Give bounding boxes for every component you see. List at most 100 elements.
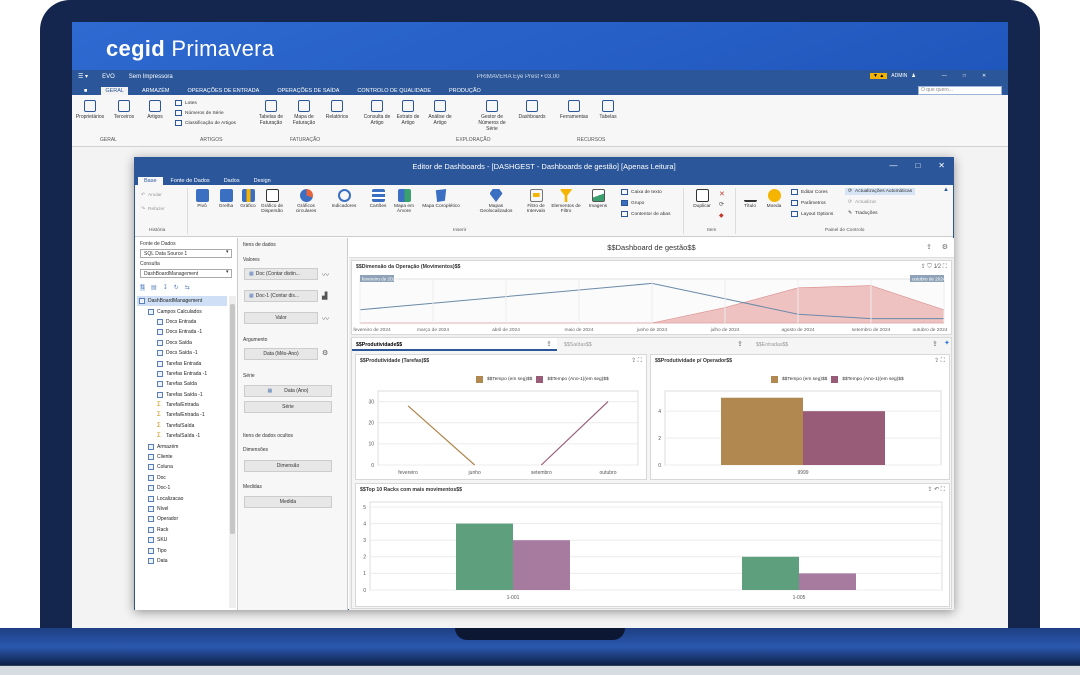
tree-item[interactable]: DashBoardManagement (137, 296, 227, 307)
relatorios-button[interactable]: Relatórios (323, 100, 351, 120)
tab-produtividade[interactable]: $$Produtividade$$ (352, 338, 557, 351)
mapa-arvore-button[interactable]: Mapa em Árvore (389, 189, 419, 215)
parametros-button[interactable]: Parâmetros (791, 200, 826, 206)
undo-button[interactable]: ↶ Anular (141, 193, 162, 198)
caixa-texto-button[interactable]: Caixa de texto (621, 189, 662, 195)
tree-item[interactable]: Tarefas Saída -1 (137, 390, 227, 400)
export-icon[interactable]: ⇪ (932, 340, 938, 348)
user-icon[interactable]: ♟ (911, 73, 915, 79)
close-icon[interactable]: ✕ (938, 161, 945, 170)
imagens-button[interactable]: Imagens (583, 189, 613, 209)
tree-item[interactable]: Tarefas Entrada -1 (137, 369, 227, 379)
line-chart[interactable]: 0 10 20 30 fevereiro junho setembro outubro (356, 387, 646, 479)
close-icon[interactable]: ✕ (982, 73, 986, 79)
tree-scrollbar[interactable] (229, 296, 236, 608)
bar-chart-operador[interactable]: 0 2 4 9999 (651, 387, 949, 479)
tree-item[interactable]: Campos Calculados (137, 306, 227, 316)
tree-item[interactable]: Σ Tarefa/Saída -1 (137, 431, 227, 441)
gestor-numeros-serie-button[interactable]: Gestor de Números de Série (472, 100, 512, 132)
tree-item[interactable]: Σ Tarefa/Entrada -1 (137, 410, 227, 420)
file-menu-icon[interactable]: ■ (80, 87, 91, 95)
maximize-icon[interactable]: □ (963, 73, 966, 79)
tree-item[interactable]: Σ Tarefa/Saída (137, 421, 227, 431)
export-icon[interactable]: ⇪ (737, 340, 743, 348)
range-filter-chart[interactable]: fevereiro de 2024 março de 2024 abril de 2… (352, 273, 953, 335)
argument-slot[interactable]: Data (Mês-Ano) (244, 348, 318, 360)
query-select[interactable]: DashBoardManagement (140, 269, 232, 278)
tree-item[interactable]: Cliente (137, 452, 227, 462)
tab-operacoes-saida[interactable]: OPERAÇÕES DE SAÍDA (273, 87, 343, 95)
tree-item[interactable]: Tarefas Entrada (137, 358, 227, 368)
tab-entradas[interactable]: $$Entradas$$ (752, 338, 942, 351)
tree-item[interactable]: Σ Tarefa/Entrada (137, 400, 227, 410)
tab-saidas[interactable]: $$Saídas$$ (560, 338, 750, 351)
line-chart-icon[interactable]: 〰 (322, 314, 329, 324)
duplicar-button[interactable]: Duplicar (687, 189, 717, 209)
tabelas-button[interactable]: Tabelas (594, 100, 622, 120)
classificacao-artigos-button[interactable]: Classificação de Artigos (175, 120, 236, 126)
delete-icon[interactable]: ✕ (719, 190, 725, 198)
tree-item[interactable]: Data (137, 556, 227, 566)
chevron-down-icon[interactable]: ▾ (226, 269, 229, 275)
chart-tools-icon[interactable]: ⇪ ↶ ⛶ (927, 486, 945, 494)
grupo-button[interactable]: Grupo (621, 200, 644, 206)
printer-selector[interactable]: Sem Impressora (129, 74, 173, 80)
mapas-geolocalizados-button[interactable]: Mapas Geolocalizados (475, 189, 517, 215)
graficos-circulares-button[interactable]: Gráficos circulares (291, 189, 321, 215)
moeda-button[interactable]: Moeda (763, 189, 785, 209)
user-name[interactable]: ADMIN (891, 73, 907, 79)
add-tab-icon[interactable]: ✦ (944, 339, 950, 347)
chevron-down-icon[interactable]: ▾ (226, 249, 229, 255)
user-menu[interactable]: EVO (102, 74, 115, 80)
value-slot-doc[interactable]: ▦ Doc (Contar distin... (244, 268, 318, 280)
line-chart-icon[interactable]: 〰 (322, 270, 329, 280)
tree-item[interactable]: Docs Saída -1 (137, 348, 227, 358)
convert-icon[interactable]: ⟳ (719, 201, 724, 208)
expand-icon[interactable]: ⇆ (185, 284, 190, 291)
tab-fonte-dados[interactable]: Fonte de Dados (165, 177, 216, 185)
filtro-intervalo-button[interactable]: Filtro de Intervalo (521, 189, 551, 215)
traducoes-button[interactable]: ✎ Traduções (848, 211, 878, 216)
terceiros-button[interactable]: Terceiros (110, 100, 138, 120)
analise-artigo-button[interactable]: Análise de Artigo (426, 100, 454, 126)
tree-item[interactable]: Docs Entrada -1 (137, 327, 227, 337)
actualizar-button[interactable]: ⟳ Actualizar (848, 200, 876, 205)
chart-tools-icon[interactable]: ⇪ ⛶ (934, 357, 945, 365)
chart-tools-icon[interactable]: ⇪ ⛶ (631, 357, 642, 365)
tab-dados[interactable]: Dados (218, 177, 246, 185)
consulta-artigo-button[interactable]: Consulta de Artigo (363, 100, 391, 126)
collapse-ribbon-icon[interactable]: ▲ (943, 187, 949, 193)
tree-item[interactable]: Docs Saída (137, 338, 227, 348)
series-slot[interactable]: ▦ Data (Ano) (244, 385, 332, 397)
add-dimension-slot[interactable]: Dimensão (244, 460, 332, 472)
tree-item[interactable]: Doc (137, 473, 227, 483)
tree-item[interactable]: Armazém (137, 441, 227, 451)
ferramentas-button[interactable]: Ferramentas (560, 100, 588, 120)
refresh-icon[interactable]: ↻ (174, 284, 179, 291)
tab-base[interactable]: Base (138, 177, 163, 185)
add-value-slot[interactable]: Valor (244, 312, 318, 324)
tab-operacoes-entrada[interactable]: OPERAÇÕES DE ENTRADA (183, 87, 263, 95)
export-icon[interactable]: ⇪ (546, 340, 552, 348)
editar-cores-button[interactable]: Editar Cores (791, 189, 828, 195)
grafico-dispersao-button[interactable]: Gráfico de Dispersão (257, 189, 287, 215)
group-fields-icon[interactable]: ▤ (151, 284, 157, 291)
export-icon[interactable]: ⇪ (926, 243, 932, 251)
tree-item[interactable]: Localizacao (137, 493, 227, 503)
app-menu-icon[interactable]: ☰ ▾ (78, 73, 88, 80)
tab-geral[interactable]: GERAL (101, 87, 128, 95)
parameters-icon[interactable]: ⚙ (942, 243, 948, 251)
extrato-artigo-button[interactable]: Extrato de Artigo (394, 100, 422, 126)
data-source-select[interactable]: SQL Data Source 1 (140, 249, 232, 258)
bar-chart-racks[interactable]: 0 1 2 3 4 5 1-001 1-005 (356, 498, 949, 606)
add-series-slot[interactable]: Série (244, 401, 332, 413)
minimize-icon[interactable]: — (942, 73, 947, 79)
add-measure-slot[interactable]: Medida (244, 496, 332, 508)
indicadores-button[interactable]: Indicadores (329, 189, 359, 209)
tree-item[interactable]: Docs Entrada (137, 317, 227, 327)
numeros-serie-button[interactable]: Números de Série (175, 110, 224, 116)
tree-item[interactable]: Doc-1 (137, 483, 227, 493)
maximize-icon[interactable]: □ (915, 161, 920, 170)
mapa-coropletico-button[interactable]: Mapa Coroplético (421, 189, 461, 209)
tree-item[interactable]: Nível (137, 504, 227, 514)
